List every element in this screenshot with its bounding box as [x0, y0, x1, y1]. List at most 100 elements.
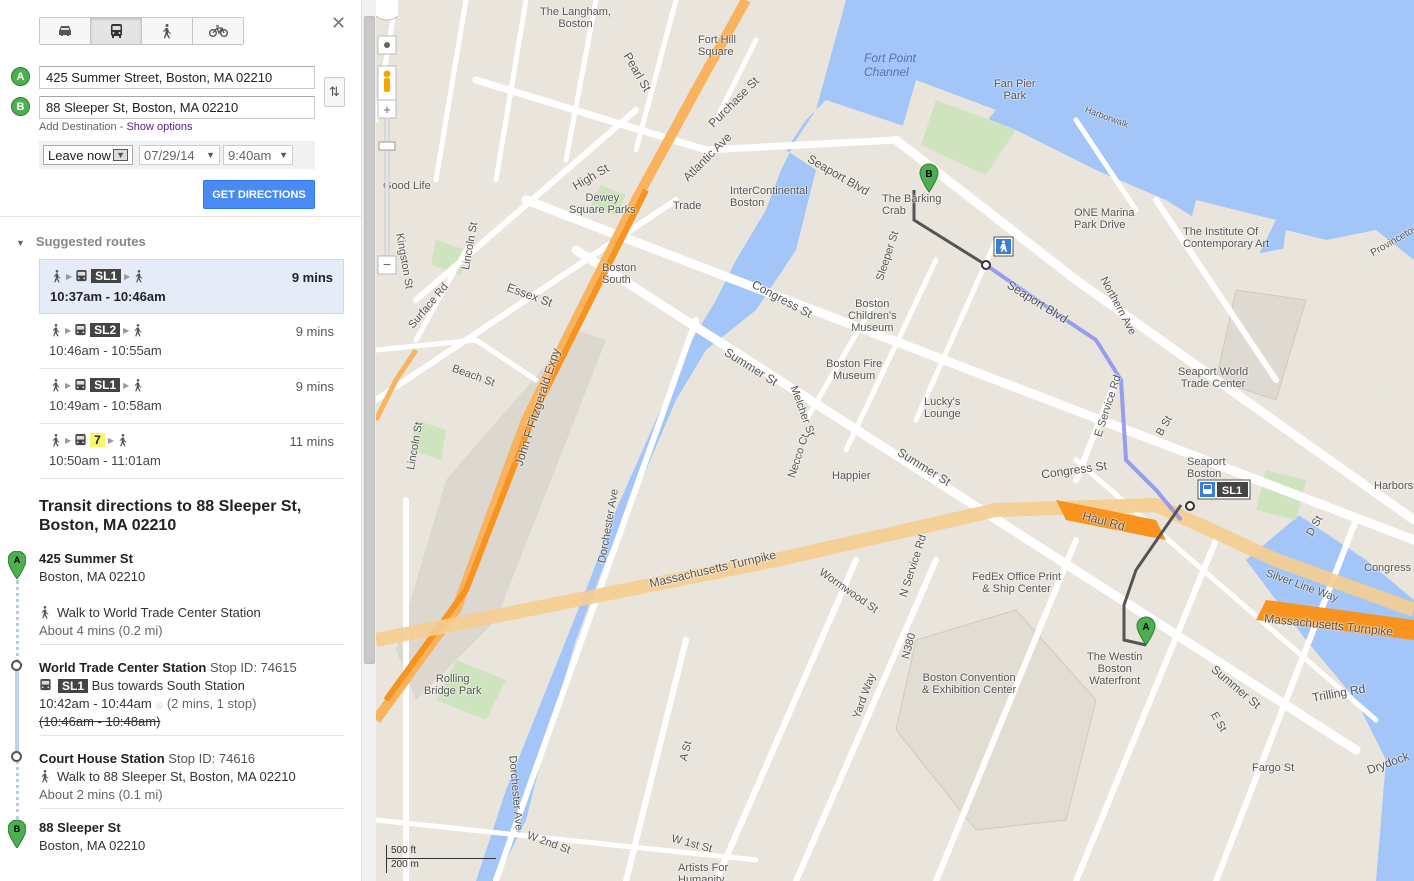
- get-directions-button[interactable]: GET DIRECTIONS: [203, 180, 315, 209]
- dropdown-arrow-icon: ▼: [279, 150, 288, 160]
- map-pin-b-label: B: [925, 169, 932, 180]
- walk-icon: [134, 378, 142, 392]
- map-label-fort-hill: Fort Hill Square: [698, 34, 736, 58]
- pegman-icon: [383, 70, 391, 78]
- step-divider: [39, 808, 344, 809]
- end-name: 88 Sleeper St: [39, 820, 121, 835]
- map-walk-marker-icon[interactable]: [993, 236, 1014, 257]
- route-icons: ▶ SL1 ▶: [50, 378, 144, 392]
- scrollbar-thumb[interactable]: [364, 16, 375, 664]
- suggested-routes-title: Suggested routes: [35, 234, 146, 249]
- departure-time-row: Leave now ▼ 07/29/14 ▼ 9:40am ▼: [39, 141, 315, 169]
- arrow-icon: ▶: [65, 435, 72, 445]
- map-label-one-marina: ONE Marina Park Drive: [1074, 207, 1135, 231]
- bus-old-times: (10:46am - 10:48am): [39, 714, 161, 729]
- arrow-icon: ▶: [65, 325, 72, 335]
- suggested-route[interactable]: ▶ 7 ▶ 10:50am - 11:01am 11 mins: [39, 424, 344, 479]
- close-icon[interactable]: ✕: [331, 13, 346, 34]
- map-label-seaport-wtc: Seaport World Trade Center: [1178, 366, 1249, 390]
- time-select[interactable]: 9:40am ▼: [223, 145, 293, 165]
- map-label-langham: The Langham, Boston: [540, 6, 611, 30]
- add-destination-link[interactable]: Add Destination: [39, 121, 117, 133]
- map-label-fargo: Fargo St: [1252, 762, 1295, 774]
- mode-driving-button[interactable]: [40, 18, 91, 44]
- map-label-fire-museum: Boston Fire Museum: [826, 358, 883, 382]
- map-label-barking-crab: The Barking Crab: [882, 193, 942, 217]
- mode-walking-button[interactable]: [142, 18, 193, 44]
- arrow-icon: ▶: [124, 271, 131, 281]
- options-separator: -: [116, 121, 127, 133]
- bus-times: 10:42am - 10:44am: [39, 696, 152, 711]
- map-label-harbors: Harbors: [1374, 480, 1414, 492]
- dropdown-arrow-icon: ▼: [206, 150, 215, 160]
- step-divider: [39, 735, 344, 736]
- walk-step-2-about: About 2 mins (0.1 mi): [39, 787, 163, 802]
- route-duration: 11 mins: [289, 434, 334, 449]
- walk-icon: [52, 433, 60, 447]
- walk-icon: [163, 23, 171, 38]
- map-label-boston-south: Boston South: [602, 262, 637, 286]
- mode-bicycling-button[interactable]: [193, 18, 243, 44]
- stop-1-name: World Trade Center Station: [39, 660, 207, 675]
- date-select[interactable]: 07/29/14 ▼: [139, 145, 220, 165]
- zoom-slider-track[interactable]: [384, 117, 390, 257]
- map-label-intercontinental: InterContinental Boston: [730, 185, 808, 209]
- route-duration: 9 mins: [295, 324, 334, 339]
- zoom-out-icon: −: [383, 256, 391, 272]
- suggested-route[interactable]: ▶ SL1 ▶ 10:49am - 10:58am 9 mins: [39, 369, 344, 424]
- destination-input[interactable]: [39, 96, 315, 119]
- walk-step-2: Walk to 88 Sleeper St, Boston, MA 02210: [39, 769, 296, 784]
- panel-scrollbar[interactable]: [361, 0, 376, 881]
- walk-step-1: Walk to World Trade Center Station: [39, 605, 261, 620]
- bus-extra: (2 mins, 1 stop): [166, 696, 257, 711]
- bus-icon: [76, 269, 87, 281]
- bus-line-badge: SL1: [58, 679, 89, 693]
- suggested-routes-header[interactable]: ▼ Suggested routes: [16, 234, 146, 249]
- map-bus-line-label: SL1: [1222, 485, 1242, 497]
- show-options-link[interactable]: Show options: [126, 121, 192, 133]
- map-label-childrens-museum: Boston Children's Museum: [848, 298, 897, 334]
- section-divider: [0, 216, 361, 217]
- walk-icon: [119, 433, 127, 447]
- leave-now-value: Leave now: [48, 147, 111, 163]
- walk-step-1-about: About 4 mins (0.2 mi): [39, 623, 163, 638]
- end-pin-icon: B: [8, 820, 26, 848]
- map-label-happier: Happier: [832, 470, 871, 482]
- end-city: Boston, MA 02210: [39, 838, 146, 853]
- map-pin-a-icon[interactable]: A: [1136, 616, 1156, 646]
- stop-1-id: Stop ID: 74615: [209, 660, 297, 675]
- route-line-badge: SL1: [90, 378, 121, 392]
- map-bus-marker-icon[interactable]: SL1: [1197, 479, 1251, 500]
- transit-directions-title: Transit directions to 88 Sleeper St, Bos…: [39, 498, 302, 534]
- bus-icon: [110, 24, 122, 38]
- arrow-icon: ▶: [66, 271, 73, 281]
- suggested-route[interactable]: ▶ SL1 ▶ 10:37am - 10:46am 9 mins: [39, 259, 344, 314]
- timeline-transit-segment: [15, 668, 19, 756]
- walk-icon: [134, 323, 142, 337]
- route-stop-dot: [1185, 501, 1195, 511]
- directions-panel: ✕ A B ⇅ Add Destination - Show options L…: [0, 0, 362, 881]
- stop-2-name: Court House Station: [39, 751, 165, 766]
- location-icon: [384, 42, 390, 48]
- pan-control[interactable]: [376, 0, 398, 21]
- swap-icon[interactable]: ⇅: [324, 77, 345, 107]
- zoom-slider-handle[interactable]: [378, 141, 396, 151]
- route-times: 10:50am - 11:01am: [49, 453, 161, 468]
- arrow-icon: ▶: [123, 380, 130, 390]
- dropdown-arrow-icon: ▼: [113, 149, 128, 161]
- suggested-route[interactable]: ▶ SL2 ▶ 10:46am - 10:55am 9 mins: [39, 314, 344, 369]
- bus-step: SL1 Bus towards South Station: [39, 678, 245, 693]
- map-canvas[interactable]: B A SL1 Fort Point Channel Fan Pier Park…: [376, 0, 1414, 881]
- leave-now-select[interactable]: Leave now ▼: [43, 145, 133, 165]
- date-value: 07/29/14: [144, 147, 195, 163]
- bus-icon: [75, 323, 86, 335]
- origin-input[interactable]: [39, 66, 315, 89]
- route-icons: ▶ 7 ▶: [50, 433, 129, 447]
- map-label-fort-point: Fort Point Channel: [864, 51, 917, 79]
- map-label-dewey: Dewey Square Parks: [569, 192, 636, 216]
- mode-transit-button[interactable]: [91, 18, 142, 44]
- car-icon: [59, 26, 71, 36]
- destination-marker-icon: B: [11, 97, 30, 116]
- map-pin-b-icon[interactable]: B: [919, 163, 939, 193]
- bus-icon: [40, 679, 51, 691]
